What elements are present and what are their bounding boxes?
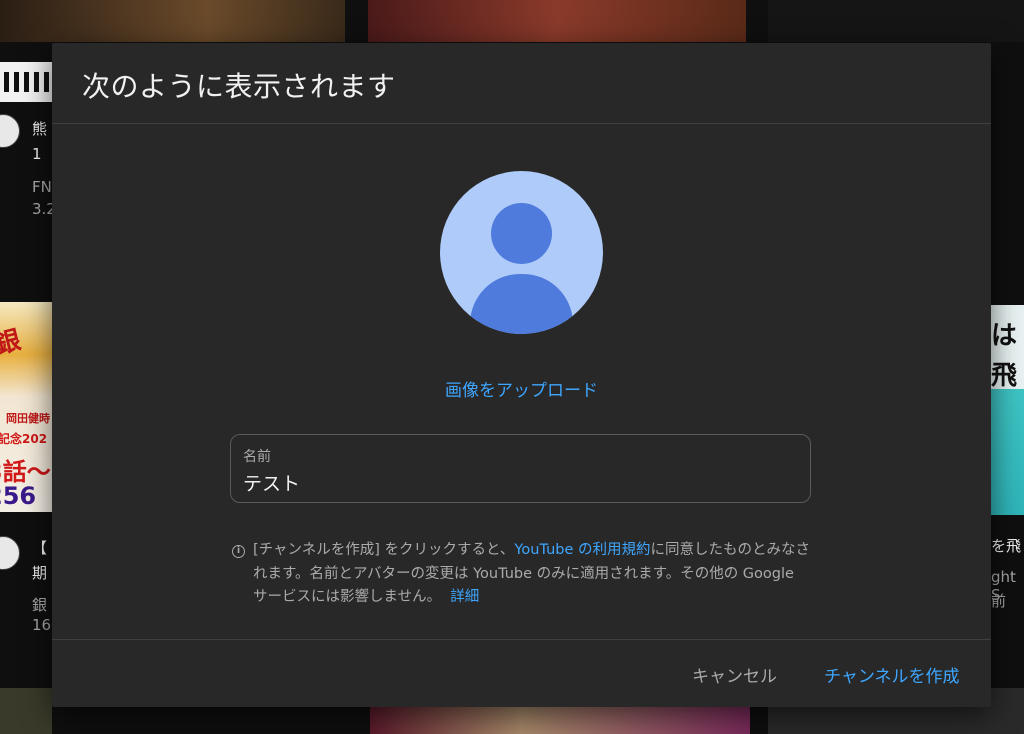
- channel-name[interactable]: FN: [32, 178, 52, 196]
- terms-link[interactable]: YouTube の利用規約: [514, 542, 650, 558]
- video-thumbnail[interactable]: [368, 0, 746, 42]
- divider: [52, 123, 991, 124]
- create-channel-dialog: 次のように表示されます 画像をアップロード 名前 テスト i [チャンネルを作成…: [52, 43, 991, 707]
- name-field-label: 名前: [243, 449, 271, 465]
- default-avatar-icon: [440, 171, 603, 334]
- thumbnail-text: 銀: [0, 325, 24, 361]
- thumbnail-text: 飛: [991, 361, 1018, 391]
- video-meta: 1: [32, 145, 42, 163]
- cancel-button[interactable]: キャンセル: [692, 662, 777, 687]
- name-input[interactable]: テスト: [243, 469, 300, 496]
- details-link[interactable]: 詳細: [450, 589, 479, 605]
- terms-notice: [チャンネルを作成] をクリックすると、YouTube の利用規約に同意したもの…: [253, 539, 813, 610]
- thumbnail-text: 岡田健時: [6, 412, 50, 425]
- video-title[interactable]: を飛: [991, 535, 1021, 556]
- video-thumbnail[interactable]: は 飛: [991, 305, 1024, 515]
- video-thumbnail[interactable]: [0, 0, 345, 42]
- channel-name[interactable]: 銀: [32, 594, 47, 615]
- thumbnail-text: 256話: [0, 482, 37, 510]
- avatar-body-shape: [470, 274, 573, 334]
- dialog-title: 次のように表示されます: [82, 70, 396, 103]
- video-thumbnail[interactable]: 銀 岡田健時 記念202 3話～ 256話: [0, 302, 52, 512]
- channel-logo-strip: [0, 62, 52, 102]
- avatar-head-shape: [491, 203, 552, 264]
- video-title[interactable]: 熊: [32, 118, 47, 139]
- channel-avatar[interactable]: [0, 114, 20, 148]
- create-channel-button[interactable]: チャンネルを作成: [824, 662, 960, 687]
- notice-text: [チャンネルを作成] をクリックすると、: [253, 542, 515, 558]
- video-thumbnail[interactable]: [768, 0, 1024, 42]
- upload-image-link[interactable]: 画像をアップロード: [52, 376, 991, 401]
- info-icon: i: [232, 545, 245, 558]
- thumbnail-text: 記念202: [0, 432, 48, 446]
- video-thumbnail[interactable]: [0, 688, 52, 734]
- video-age: 前: [991, 592, 1007, 610]
- divider: [52, 639, 991, 640]
- view-count: 16: [32, 616, 52, 634]
- channel-avatar[interactable]: [0, 536, 20, 570]
- name-field[interactable]: 名前 テスト: [230, 434, 811, 503]
- video-meta: 期: [32, 564, 48, 582]
- video-title[interactable]: 【: [32, 537, 47, 558]
- thumbnail-text: は: [991, 321, 1018, 351]
